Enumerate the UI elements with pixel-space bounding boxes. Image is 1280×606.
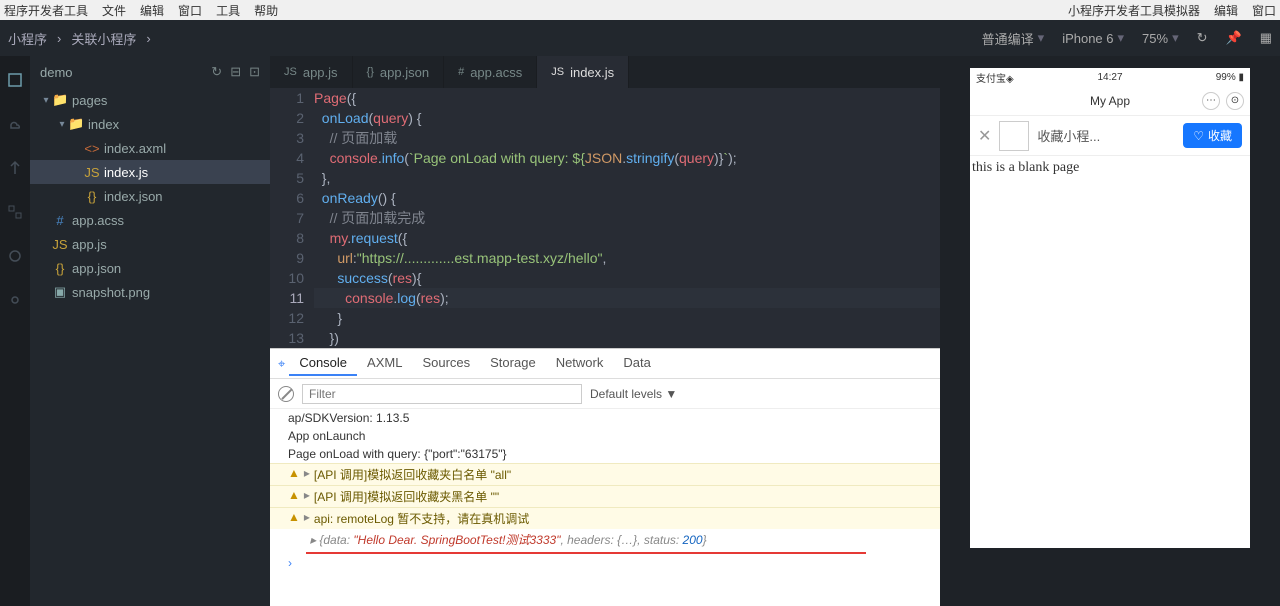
json-icon: {} bbox=[84, 189, 100, 204]
project-name: demo bbox=[40, 65, 211, 80]
editor-tabs: JSapp.js{}app.json#app.acssJSindex.js bbox=[270, 56, 940, 88]
phone-frame: 支付宝◈ 14:27 99% ▮ My App ⋯ ⊙ ✕ 收藏小程... ♡ … bbox=[970, 68, 1250, 548]
page-content: this is a blank page bbox=[970, 156, 1250, 180]
file-tree: ▾📁pages▾📁index<>index.axmlJSindex.js{}in… bbox=[30, 88, 270, 606]
devtools-tab[interactable]: Network bbox=[546, 351, 614, 376]
css-icon: # bbox=[52, 213, 68, 228]
console-line: Page onLoad with query: {"port":"63175"} bbox=[270, 445, 940, 463]
close-app-icon[interactable]: ⊙ bbox=[1226, 92, 1244, 110]
top-toolbar: 小程序›关联小程序› 普通编译▾ iPhone 6▾ 75%▾ ↻ 📌 ▦ bbox=[0, 20, 1280, 56]
menu-item[interactable]: 程序开发者工具 bbox=[4, 2, 88, 19]
breadcrumb[interactable]: 关联小程序 bbox=[71, 29, 136, 48]
menu-item[interactable]: 编辑 bbox=[140, 2, 164, 19]
clear-console-icon[interactable] bbox=[278, 386, 294, 402]
js-icon: JS bbox=[52, 237, 68, 252]
menu-item[interactable]: 小程序开发者工具模拟器 bbox=[1068, 2, 1200, 19]
main-menubar: 程序开发者工具文件编辑窗口工具帮助 小程序开发者工具模拟器编辑窗口 bbox=[0, 0, 1280, 20]
close-icon[interactable]: ✕ bbox=[978, 126, 991, 146]
console-line: ▲▸api: remoteLog 暂不支持，请在真机调试 bbox=[270, 507, 940, 529]
more-icon[interactable]: ⋯ bbox=[1202, 92, 1220, 110]
extensions-icon[interactable] bbox=[7, 204, 23, 220]
devtools-tab[interactable]: Data bbox=[613, 351, 660, 376]
axml-icon: <> bbox=[84, 141, 100, 156]
console-line: ▲▸[API 调用]模拟返回收藏夹白名单 "all" bbox=[270, 463, 940, 485]
collapse-tree-icon[interactable]: ⊟ bbox=[230, 64, 241, 80]
grid-icon[interactable]: ▦ bbox=[1260, 30, 1272, 46]
folder-icon: 📁 bbox=[68, 116, 84, 132]
editor-tab[interactable]: {}app.json bbox=[353, 56, 445, 88]
settings-icon[interactable] bbox=[7, 292, 23, 308]
file-tree-item[interactable]: ▾📁pages bbox=[30, 88, 270, 112]
zoom-dropdown[interactable]: 75%▾ bbox=[1142, 30, 1179, 46]
devtools-tab[interactable]: Storage bbox=[480, 351, 546, 376]
status-battery: 99% ▮ bbox=[1216, 72, 1244, 83]
devtools-tab[interactable]: Console bbox=[289, 351, 357, 376]
code-editor[interactable]: 12345678910111213 Page({ onLoad(query) {… bbox=[270, 88, 940, 348]
favorite-text: 收藏小程... bbox=[1037, 126, 1175, 145]
project-header: demo ↻ ⊟ ⊡ bbox=[30, 56, 270, 88]
console-line: ap/SDKVersion: 1.13.5 bbox=[270, 409, 940, 427]
app-thumbnail bbox=[999, 121, 1029, 151]
file-tree-item[interactable]: <>index.axml bbox=[30, 136, 270, 160]
console-output: ap/SDKVersion: 1.13.5App onLaunchPage on… bbox=[270, 409, 940, 572]
compile-mode-dropdown[interactable]: 普通编译▾ bbox=[982, 29, 1045, 48]
menu-item[interactable]: 文件 bbox=[102, 2, 126, 19]
refresh-icon[interactable]: ↻ bbox=[1197, 30, 1208, 46]
app-title: My App bbox=[1090, 94, 1130, 108]
json-icon: {} bbox=[52, 261, 68, 276]
simulator-pane: 支付宝◈ 14:27 99% ▮ My App ⋯ ⊙ ✕ 收藏小程... ♡ … bbox=[940, 56, 1280, 606]
file-tree-item[interactable]: ▣snapshot.png bbox=[30, 280, 270, 304]
log-levels-dropdown[interactable]: Default levels ▼ bbox=[590, 387, 677, 401]
status-carrier: 支付宝◈ bbox=[976, 70, 1014, 85]
png-icon: ▣ bbox=[52, 284, 68, 300]
console-line: ▸ {data: "Hello Dear. SpringBootTest!测试3… bbox=[270, 529, 940, 550]
refresh-tree-icon[interactable]: ↻ bbox=[211, 64, 222, 80]
breadcrumb[interactable]: 小程序 bbox=[8, 29, 47, 48]
menu-item[interactable]: 帮助 bbox=[254, 2, 278, 19]
editor-tab[interactable]: #app.acss bbox=[444, 56, 537, 88]
folder-icon: 📁 bbox=[52, 92, 68, 108]
editor-tab[interactable]: JSapp.js bbox=[270, 56, 353, 88]
file-tree-item[interactable]: {}index.json bbox=[30, 184, 270, 208]
tools-icon[interactable] bbox=[7, 248, 23, 264]
explorer-icon[interactable] bbox=[7, 72, 23, 88]
file-tree-item[interactable]: JSapp.js bbox=[30, 232, 270, 256]
cloud-icon[interactable] bbox=[7, 116, 23, 132]
git-icon[interactable] bbox=[7, 160, 23, 176]
pin-icon[interactable]: 📌 bbox=[1226, 30, 1242, 46]
menu-item[interactable]: 窗口 bbox=[178, 2, 202, 19]
file-tree-item[interactable]: {}app.json bbox=[30, 256, 270, 280]
menu-item[interactable]: 工具 bbox=[216, 2, 240, 19]
locate-file-icon[interactable]: ⊡ bbox=[249, 64, 260, 80]
devtools-panel: ⌖ ConsoleAXMLSourcesStorageNetworkData D… bbox=[270, 348, 940, 606]
menu-item[interactable]: 窗口 bbox=[1252, 2, 1276, 19]
menu-item[interactable]: 编辑 bbox=[1214, 2, 1238, 19]
favorite-button[interactable]: ♡ 收藏 bbox=[1183, 123, 1242, 148]
devtools-tab[interactable]: AXML bbox=[357, 351, 412, 376]
file-tree-item[interactable]: ▾📁index bbox=[30, 112, 270, 136]
device-dropdown[interactable]: iPhone 6▾ bbox=[1062, 30, 1124, 46]
editor-tab[interactable]: JSindex.js bbox=[537, 56, 629, 88]
element-picker-icon[interactable]: ⌖ bbox=[278, 356, 285, 372]
console-line: App onLaunch bbox=[270, 427, 940, 445]
devtools-tab[interactable]: Sources bbox=[412, 351, 480, 376]
file-tree-item[interactable]: JSindex.js bbox=[30, 160, 270, 184]
console-filter-input[interactable] bbox=[302, 384, 582, 404]
js-icon: JS bbox=[84, 165, 100, 180]
console-line: ▲▸[API 调用]模拟返回收藏夹黑名单 "" bbox=[270, 485, 940, 507]
file-tree-item[interactable]: #app.acss bbox=[30, 208, 270, 232]
activity-bar bbox=[0, 56, 30, 606]
status-time: 14:27 bbox=[1097, 72, 1122, 83]
